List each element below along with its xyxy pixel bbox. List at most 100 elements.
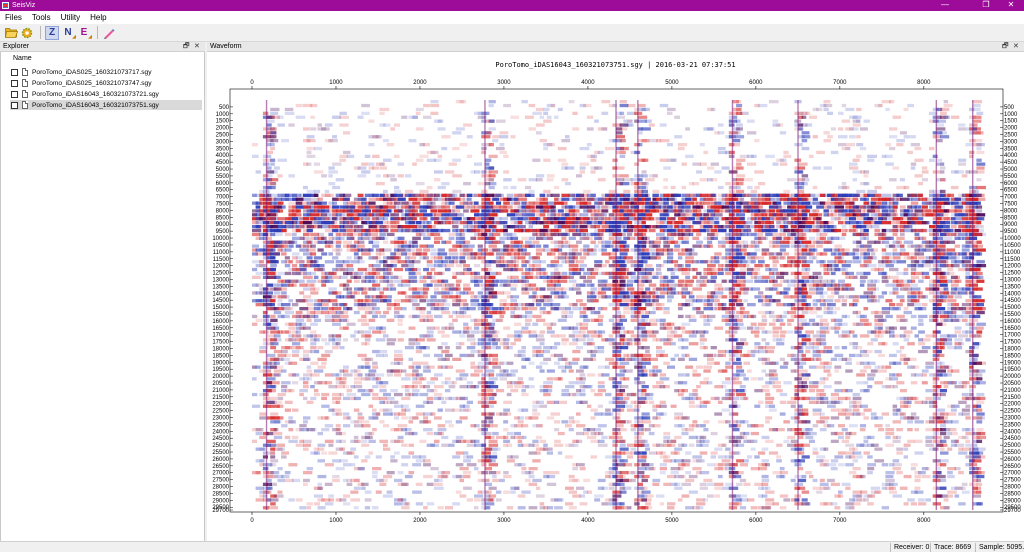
y-tick-label: 4500 [216,160,230,166]
maximize-button[interactable]: ❐ [973,0,999,11]
y-tick-label: 1000 [216,112,230,118]
status-trace: Trace: 8669 [930,543,971,552]
y-tick-label: 28000 [212,485,229,491]
y-tick-label: 500 [1004,105,1015,111]
y-tick-label: 18000 [212,346,229,352]
file-row[interactable]: PoroTomo_iDAS16043_160321073751.sgy [10,100,202,110]
toolbar: Z N ◢ E ◢ [0,24,1024,42]
y-tick-label: 22500 [1004,409,1021,415]
menu-tools[interactable]: Tools [27,13,56,22]
file-name: PoroTomo_iDAS025_160321073717.sgy [32,68,152,76]
y-tick-label: 4000 [216,153,230,159]
y-tick-label: 2500 [1004,133,1018,139]
settings-button[interactable] [20,26,34,40]
y-tick-label: 6000 [216,181,230,187]
y-tick-label: 10000 [1004,236,1021,242]
y-tick-label: 10500 [212,243,229,249]
y-tick-label: 15500 [212,312,229,318]
y-tick-label: 29000 [1004,498,1021,504]
file-row[interactable]: PoroTomo_iDAS025_160321073747.sgy [11,78,203,88]
file-icon [22,90,28,98]
y-tick-label: 20000 [212,374,229,380]
y-tick-label: 21500 [1004,395,1021,401]
x-tick-label: 3000 [497,518,511,524]
file-row[interactable]: PoroTomo_iDAS025_160321073717.sgy [11,67,203,77]
y-tick-label: 19500 [212,367,229,373]
y-tick-label: 18500 [212,353,229,359]
y-tick-label: 3500 [1004,146,1018,152]
y-tick-label: 8000 [216,208,230,214]
waveform-panel[interactable]: PoroTomo_iDAS16043_160321073751.sgy | 20… [207,52,1024,541]
z-component-button[interactable]: Z [45,25,59,40]
file-checkbox[interactable] [11,90,18,98]
status-receiver: Receiver: 0 [890,543,929,552]
file-icon [22,68,28,76]
y-tick-label: 24500 [212,436,229,442]
y-tick-label: 2500 [216,133,230,139]
y-tick-label: 16000 [212,319,229,325]
close-button[interactable]: ✕ [998,0,1024,11]
column-header-name[interactable]: Name [13,55,32,62]
folder-open-icon [4,28,18,38]
toolbar-separator [97,26,98,39]
file-checkbox[interactable] [11,101,18,109]
x-tick-label: 6000 [749,518,763,524]
pencil-button[interactable] [102,26,116,40]
y-tick-label: 13000 [1004,277,1021,283]
menu-utility[interactable]: Utility [56,13,86,22]
y-tick-label: 11000 [1004,250,1021,256]
y-tick-label: 5000 [1004,167,1018,173]
float-icon[interactable]: 🗗 [1002,42,1009,52]
y-tick-label: 28500 [212,491,229,497]
y-tick-label: 16500 [212,326,229,332]
n-component-button[interactable]: N ◢ [61,26,76,40]
x-tick-label: 4000 [581,518,595,524]
y-tick-label: 4000 [1004,153,1018,159]
open-file-button[interactable] [4,26,18,40]
y-tick-label: 14500 [1004,298,1021,304]
menu-help[interactable]: Help [85,13,111,22]
y-tick-label: 29700 [212,508,229,514]
file-checkbox[interactable] [11,68,18,76]
x-tick-label: 2000 [413,518,427,524]
y-tick-label: 12000 [1004,264,1021,270]
close-icon[interactable]: ✕ [194,42,200,52]
y-tick-label: 27000 [1004,471,1021,477]
y-tick-label: 500 [219,105,230,111]
app-icon [2,2,9,9]
float-icon[interactable]: 🗗 [183,42,190,52]
e-component-button[interactable]: E ◢ [77,26,92,40]
toolbar-separator [40,26,41,39]
y-tick-label: 22500 [212,409,229,415]
y-tick-label: 27500 [212,478,229,484]
y-tick-label: 5500 [216,174,230,180]
y-tick-label: 6000 [1004,181,1018,187]
y-tick-label: 7000 [1004,195,1018,201]
minimize-button[interactable]: — [932,0,958,11]
y-tick-label: 25500 [212,450,229,456]
x-tick-label: 4000 [581,80,595,86]
x-tick-label: 7000 [833,80,847,86]
y-tick-label: 22000 [1004,402,1021,408]
y-tick-label: 12000 [212,264,229,270]
close-icon[interactable]: ✕ [1013,42,1019,52]
file-row[interactable]: PoroTomo_iDAS16043_160321073721.sgy [11,89,203,99]
explorer-header: Explorer 🗗 ✕ [0,42,205,52]
y-tick-label: 17500 [1004,340,1021,346]
y-tick-label: 29700 [1004,508,1021,514]
explorer-title: Explorer [3,43,30,50]
menu-files[interactable]: Files [0,13,27,22]
y-tick-label: 14500 [212,298,229,304]
y-tick-label: 23500 [1004,422,1021,428]
seismic-plot[interactable]: 0 0 1000 1000 2000 2000 3000 3000 4000 4000 5000 50… [207,52,1024,541]
y-tick-label: 6500 [216,188,230,194]
y-tick-label: 19000 [1004,360,1021,366]
y-tick-label: 15000 [212,305,229,311]
y-tick-label: 18500 [1004,353,1021,359]
y-tick-label: 27000 [212,471,229,477]
y-tick-label: 7500 [216,202,230,208]
x-tick-label: 8000 [917,518,931,524]
y-tick-label: 22000 [212,402,229,408]
y-tick-label: 2000 [216,126,230,132]
file-checkbox[interactable] [11,79,18,87]
